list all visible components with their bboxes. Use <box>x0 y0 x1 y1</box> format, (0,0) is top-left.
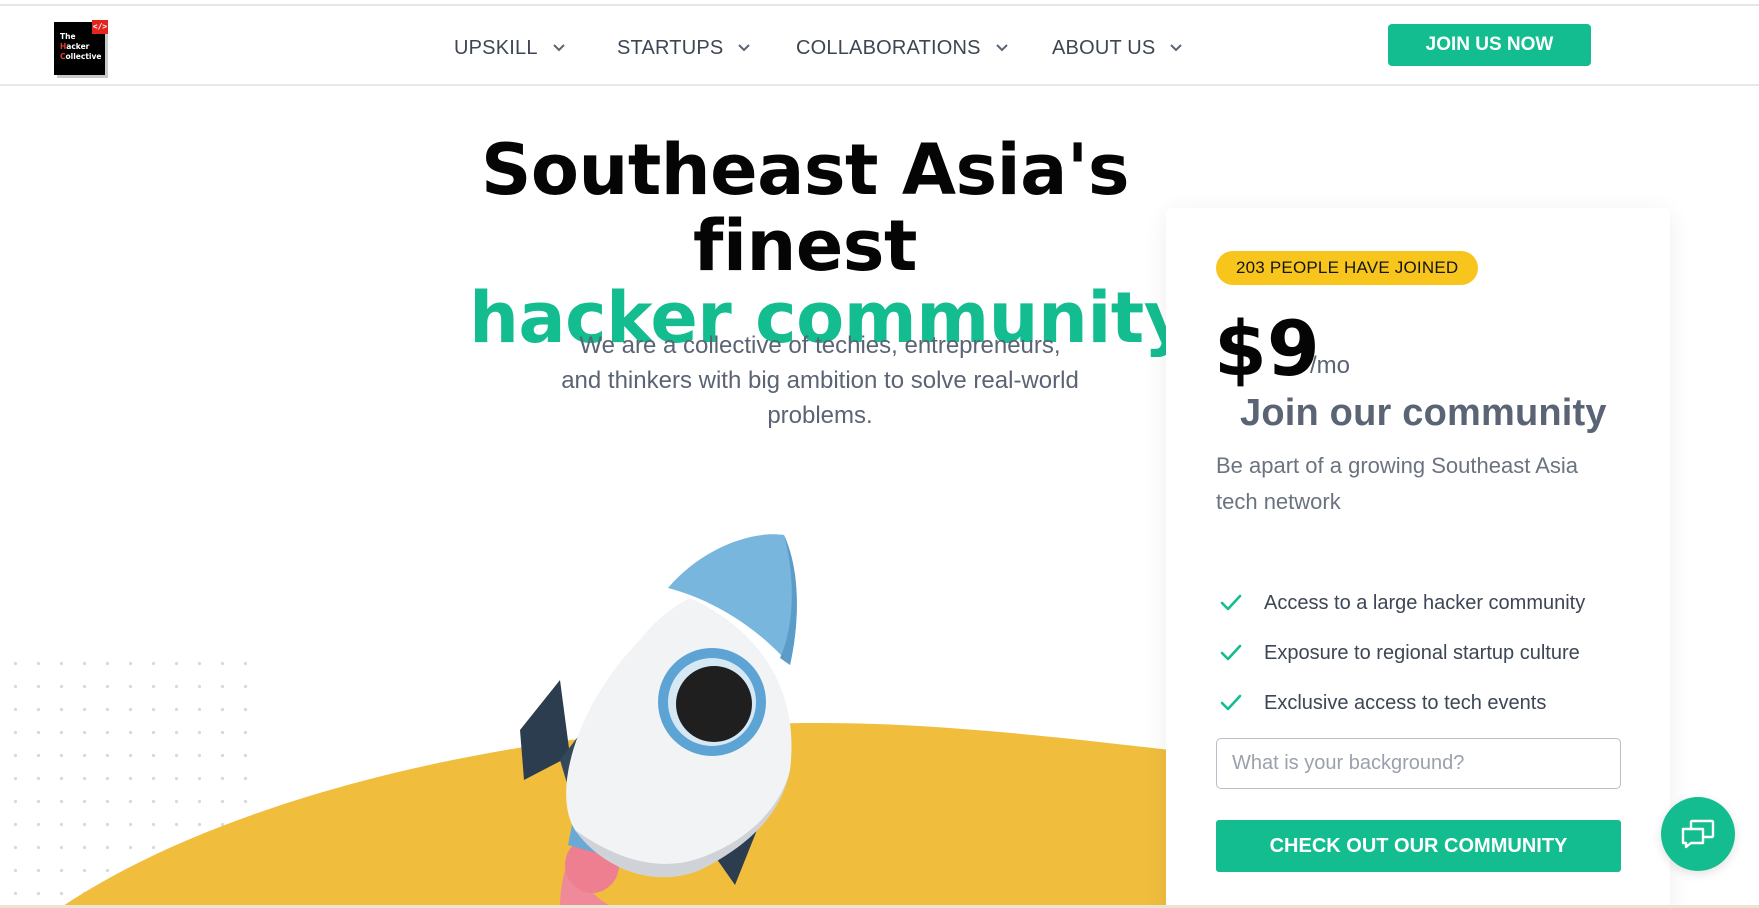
hero-title-line-1: Southeast Asia's finest <box>480 129 1130 287</box>
check-icon <box>1220 594 1242 611</box>
chevron-down-icon <box>552 44 565 52</box>
hero-title: Southeast Asia's finest hacker community <box>360 132 1250 356</box>
check-icon <box>1220 694 1242 711</box>
feature-item: Exposure to regional startup culture <box>1216 628 1636 678</box>
logo-line-3: Collective <box>60 52 102 61</box>
feature-item: Exclusive access to tech events <box>1216 678 1636 728</box>
feature-item: Access to a large hacker community <box>1216 578 1636 628</box>
chevron-down-icon <box>1170 44 1183 52</box>
price-period: /mo <box>1310 352 1351 379</box>
nav-item-label: UPSKILL <box>454 36 538 59</box>
code-tag-icon: </> <box>92 20 108 34</box>
nav-item-about-us[interactable]: ABOUT US <box>1052 32 1183 64</box>
card-description: Be apart of a growing Southeast Asia tec… <box>1216 453 1579 514</box>
background-input[interactable] <box>1216 738 1621 789</box>
nav-item-label: STARTUPS <box>617 36 724 59</box>
feature-label: Access to a large hacker community <box>1264 591 1586 614</box>
check-icon <box>1220 644 1242 661</box>
nav-item-collaborations[interactable]: COLLABORATIONS <box>796 32 1009 64</box>
pricing-card: 203 PEOPLE HAVE JOINED $9 /mo Join our c… <box>1166 208 1670 908</box>
card-title: Join our community <box>1240 392 1607 434</box>
rocket-illustration <box>60 534 1170 908</box>
nav-item-label: ABOUT US <box>1052 36 1156 59</box>
check-out-community-button[interactable]: CHECK OUT OUR COMMUNITY <box>1216 820 1621 872</box>
join-us-now-button[interactable]: JOIN US NOW <box>1388 24 1591 66</box>
members-joined-badge: 203 PEOPLE HAVE JOINED <box>1216 251 1479 285</box>
feature-list: Access to a large hacker community Expos… <box>1216 578 1636 728</box>
nav-item-startups[interactable]: STARTUPS <box>617 32 751 64</box>
chat-button[interactable] <box>1661 797 1735 871</box>
nav-item-label: COLLABORATIONS <box>796 36 981 59</box>
feature-label: Exposure to regional startup culture <box>1264 641 1580 664</box>
hero-subtitle: We are a collective of techies, entrepre… <box>561 332 1079 429</box>
logo-line-2: Hacker <box>60 42 90 51</box>
chevron-down-icon <box>995 44 1008 52</box>
site-header: The Hacker Collective </> UPSKILL STARTU… <box>0 6 1759 86</box>
price-value: $9 <box>1214 304 1320 393</box>
chevron-down-icon <box>738 44 751 52</box>
feature-label: Exclusive access to tech events <box>1264 691 1547 714</box>
chat-bubble-icon <box>1681 819 1715 849</box>
nav-item-upskill[interactable]: UPSKILL <box>454 32 566 64</box>
